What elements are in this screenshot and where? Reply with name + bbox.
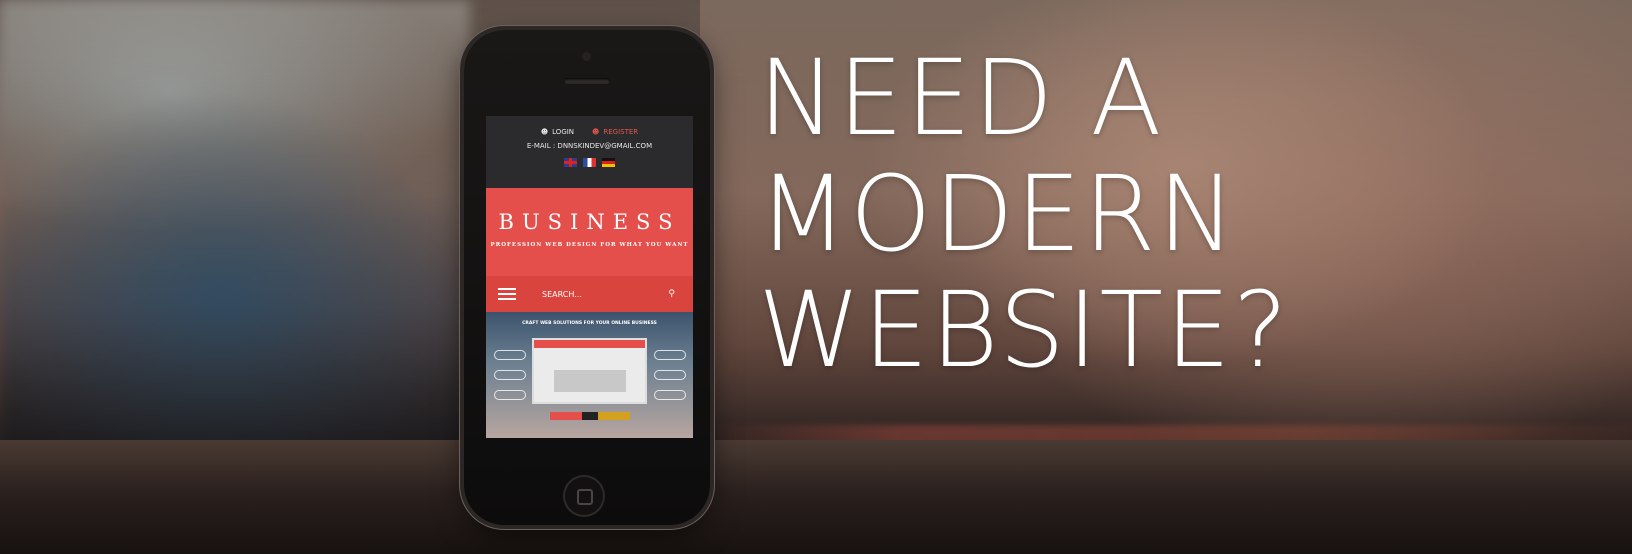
- showcase-caption: CRAFT WEB SOLUTIONS FOR YOUR ONLINE BUSI…: [522, 321, 657, 326]
- uk-flag-icon[interactable]: [564, 158, 577, 167]
- mobile-showcase: CRAFT WEB SOLUTIONS FOR YOUR ONLINE BUSI…: [486, 312, 693, 438]
- email-line: E-MAIL : DNNSKINDEV@GMAIL.COM: [526, 142, 653, 150]
- de-flag-icon[interactable]: [602, 158, 615, 167]
- search-input[interactable]: SEARCH...: [542, 290, 668, 299]
- headline-line-1: NEED A: [758, 37, 1164, 159]
- hero-banner: NEED A MODERN WEBSITE? ☻ LOGIN ☻ REGISTE…: [0, 0, 1632, 554]
- mobile-nav-bar: SEARCH... ⚲: [486, 276, 693, 312]
- headline-line-3: WEBSITE?: [758, 269, 1290, 391]
- fr-flag-icon[interactable]: [583, 158, 596, 167]
- language-selector: [486, 158, 693, 167]
- menu-icon[interactable]: [498, 288, 516, 300]
- feature-badge: [494, 390, 526, 400]
- login-label: LOGIN: [552, 128, 575, 136]
- feature-badge: [494, 350, 526, 360]
- headline-line-2: MODERN: [758, 153, 1238, 275]
- showcase-strip: [550, 412, 630, 420]
- showcase-laptop-image: [532, 338, 647, 404]
- register-user-icon: ☻: [592, 128, 600, 136]
- register-link[interactable]: ☻ REGISTER: [592, 128, 638, 136]
- feature-badge: [654, 350, 686, 360]
- login-link[interactable]: ☻ LOGIN: [541, 128, 574, 136]
- background-table: [0, 440, 1632, 554]
- smartphone: ☻ LOGIN ☻ REGISTER E-MAIL : DNNSKINDEV@G…: [464, 30, 710, 525]
- feature-badge: [654, 370, 686, 380]
- brand-tagline: PROFESSION WEB DESIGN FOR WHAT YOU WANT: [490, 242, 689, 248]
- search-icon[interactable]: ⚲: [668, 289, 675, 299]
- mobile-top-bar: ☻ LOGIN ☻ REGISTER E-MAIL : DNNSKINDEV@G…: [486, 116, 693, 188]
- feature-badge: [494, 370, 526, 380]
- mobile-hero: BUSINESS PROFESSION WEB DESIGN FOR WHAT …: [486, 188, 693, 276]
- brand-name: BUSINESS: [498, 210, 681, 234]
- phone-screen: ☻ LOGIN ☻ REGISTER E-MAIL : DNNSKINDEV@G…: [486, 116, 693, 438]
- phone-camera: [582, 52, 591, 61]
- register-label: REGISTER: [603, 128, 639, 136]
- feature-badge: [654, 390, 686, 400]
- phone-home-button: [563, 475, 605, 517]
- phone-speaker: [564, 78, 610, 84]
- headline: NEED A MODERN WEBSITE?: [758, 40, 1358, 388]
- user-icon: ☻: [540, 128, 549, 136]
- background-laptop: [0, 0, 470, 470]
